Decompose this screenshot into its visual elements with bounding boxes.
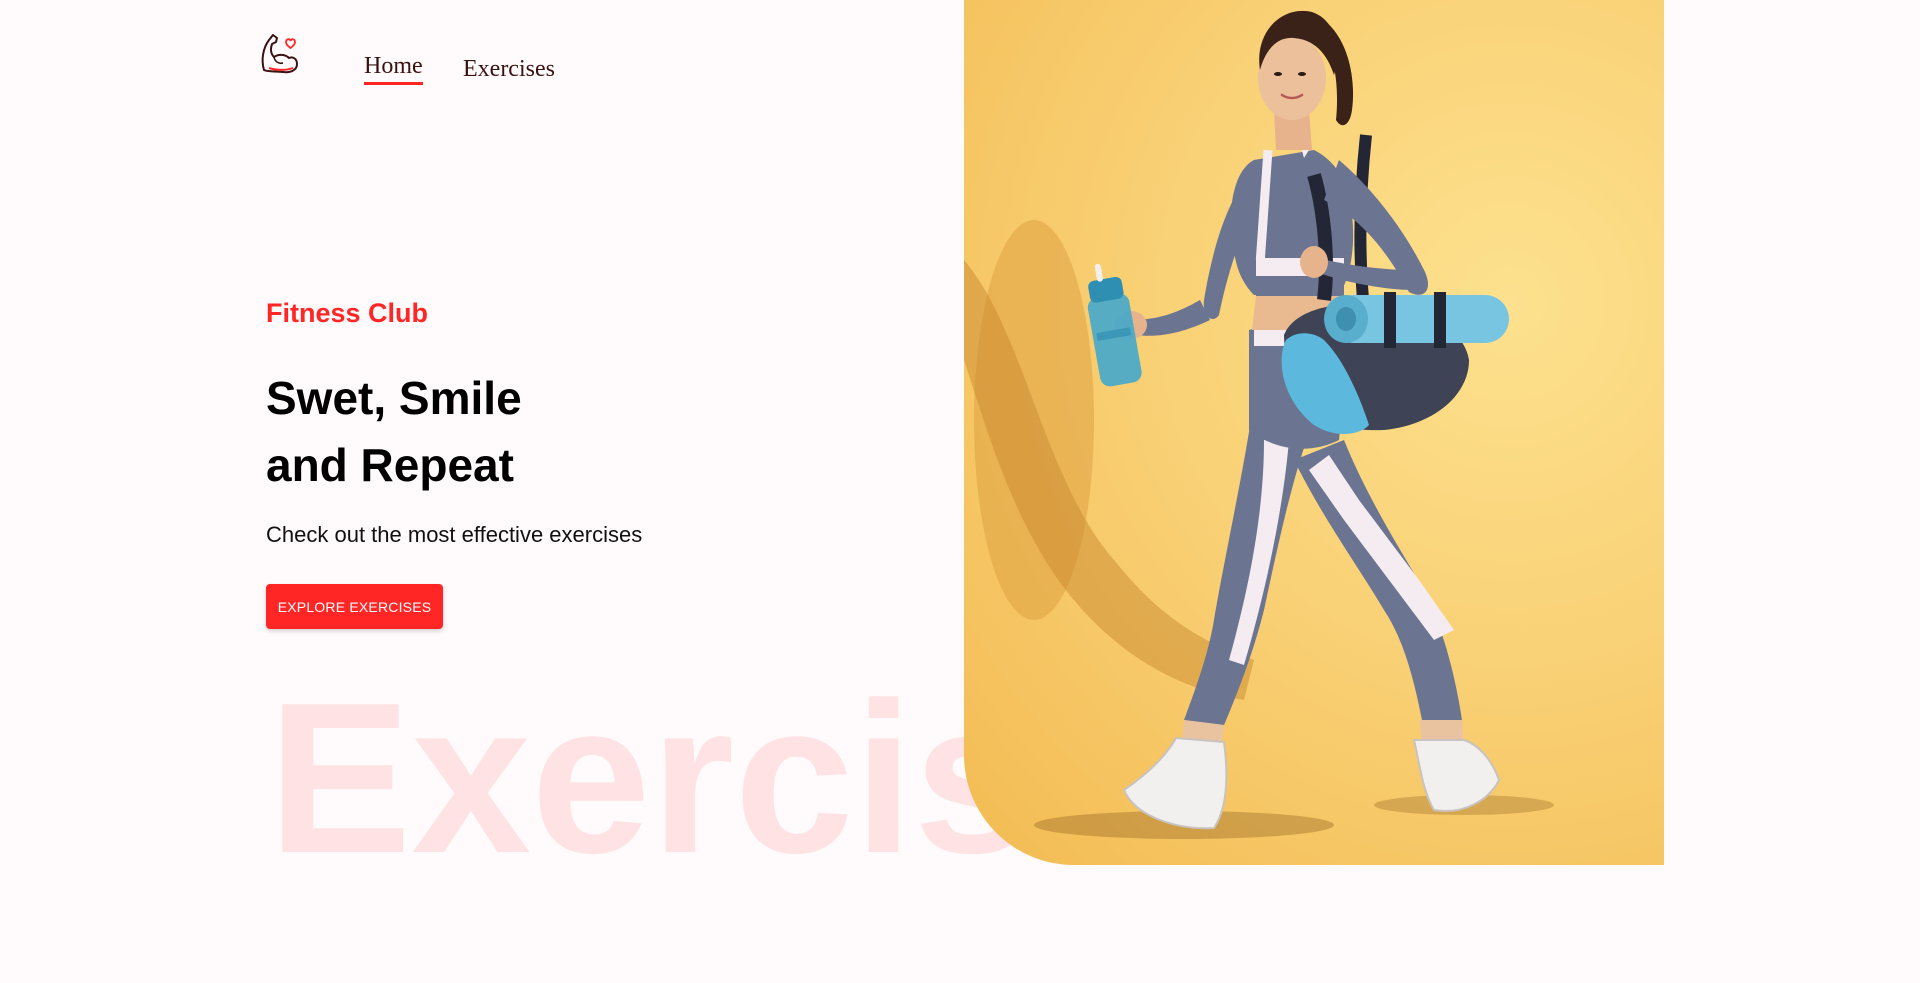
nav-link-exercises[interactable]: Exercises	[463, 56, 555, 83]
background-watermark-word: Exercis	[268, 657, 1034, 898]
nav-link-home[interactable]: Home	[364, 53, 423, 85]
explore-exercises-button[interactable]: EXPLORE EXERCISES	[266, 584, 443, 629]
hero-title-line-1: Swet, Smile	[266, 372, 522, 424]
hero-title-line-2: and Repeat	[266, 439, 514, 491]
hero-title: Swet, Smile and Repeat	[266, 365, 522, 499]
woman-walking-with-gym-bag-image	[964, 0, 1664, 865]
flexed-arm-heart-icon[interactable]	[255, 30, 305, 80]
hero-subtitle: Check out the most effective exercises	[266, 522, 643, 547]
hero-tag: Fitness Club	[266, 298, 429, 328]
